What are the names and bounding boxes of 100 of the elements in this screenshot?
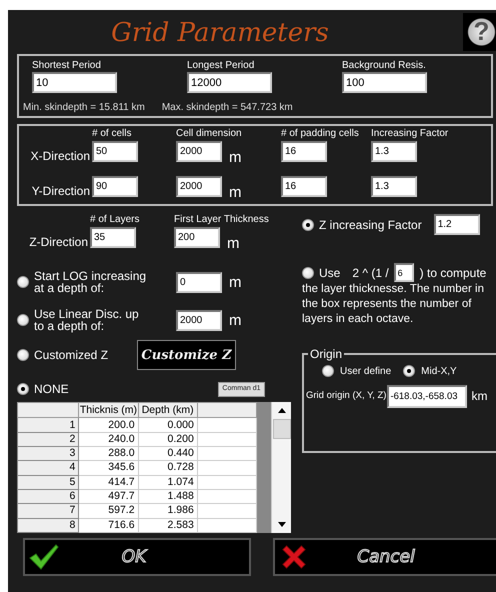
column-label: Increasing Factor <box>371 128 450 139</box>
direction-label: X-Direction <box>30 148 91 163</box>
option-label: Use Linear Disc. up to a depth of: <box>34 308 140 332</box>
table-cell: 716.6 <box>78 518 138 532</box>
radio-button[interactable] <box>17 276 29 288</box>
input-field[interactable]: 0 <box>176 272 222 292</box>
direction-label: Y-Direction <box>30 183 91 198</box>
header-cell <box>197 402 257 418</box>
row-header: 7 <box>18 504 79 518</box>
table-cell <box>197 460 257 476</box>
table-cell: 414.7 <box>78 475 138 490</box>
option-label: Start LOG increasing at a depth of: <box>34 270 148 294</box>
scroll-down-icon[interactable] <box>278 522 286 527</box>
table-cell <box>197 446 257 461</box>
description-text: the layer thicknesse. The number in the box represents the number of layers in each octave. <box>302 282 485 327</box>
formula-label: 2 ^ (1 / <box>352 266 389 280</box>
unit-label: m <box>229 149 242 166</box>
table-cell: 0.000 <box>138 418 198 432</box>
table-cell: 1.488 <box>138 489 198 504</box>
option-label: Customized Z <box>34 349 110 361</box>
radio-button[interactable] <box>403 365 416 377</box>
table-cell <box>197 418 257 432</box>
row-header: 6 <box>18 489 79 504</box>
input-field[interactable]: 16 <box>281 176 327 197</box>
scrollbar[interactable] <box>271 402 292 533</box>
row-header: 5 <box>18 475 79 490</box>
table-cell: 1.986 <box>138 504 198 518</box>
unit-label: km <box>471 389 488 403</box>
column-header: Thicknis (m) <box>78 402 138 418</box>
input-field[interactable]: 10 <box>32 72 117 93</box>
input-field[interactable]: 2000 <box>176 310 222 330</box>
row-header: 8 <box>18 518 79 532</box>
input-field[interactable]: 2000 <box>176 141 222 162</box>
option-label: Z increasing Factor <box>319 218 423 230</box>
field-label: Background Resis. <box>342 60 427 71</box>
column-header: Depth (km) <box>138 402 198 418</box>
table-cell: 0.440 <box>138 446 198 461</box>
skindepth-text: Min. skindepth = 15.811 km <box>23 102 145 113</box>
option-label: Use <box>319 266 340 278</box>
radio-button[interactable] <box>17 314 29 326</box>
column-label: # of padding cells <box>281 128 360 139</box>
dialog-title: Grid Parameters <box>110 18 330 48</box>
table-cell: 2.583 <box>138 518 198 532</box>
table-cell: 497.7 <box>78 489 138 504</box>
header-cell <box>18 402 79 418</box>
unit-label: m <box>229 312 242 328</box>
radio-button[interactable] <box>322 365 334 377</box>
field-label: Longest Period <box>187 60 256 71</box>
input-field[interactable]: 12000 <box>187 72 272 93</box>
field-label: Shortest Period <box>32 60 102 71</box>
table-cell: 597.2 <box>78 504 138 518</box>
unit-label: m <box>229 274 242 290</box>
help-button[interactable]: ? <box>463 13 496 51</box>
check-icon <box>29 544 59 570</box>
option-label: User define <box>340 366 392 376</box>
column-label: # of Layers <box>90 214 140 225</box>
input-field[interactable]: 6 <box>394 263 414 282</box>
table-cell: 240.0 <box>78 432 138 446</box>
table-cell <box>197 475 257 490</box>
radio-button[interactable] <box>302 218 314 230</box>
input-field[interactable]: 16 <box>281 141 327 162</box>
cancel-button[interactable]: Cancel <box>273 538 496 576</box>
input-field[interactable]: 2000 <box>176 176 222 197</box>
input-field[interactable]: 100 <box>342 72 427 93</box>
radio-button[interactable] <box>302 266 314 278</box>
ok-button[interactable]: OK <box>23 538 251 576</box>
column-label: First Layer Thickness <box>174 214 270 225</box>
option-label: ) to compute <box>420 266 486 278</box>
unit-label: m <box>229 184 242 201</box>
table-cell: 0.200 <box>138 432 198 446</box>
option-label: Mid-X,Y <box>421 366 457 376</box>
input-field[interactable]: 1.2 <box>434 214 480 235</box>
customize-button[interactable]: Customize Z <box>137 340 236 370</box>
scroll-up-icon[interactable] <box>278 408 286 413</box>
input-field[interactable]: 90 <box>92 176 138 197</box>
table-cell: 288.0 <box>78 446 138 461</box>
row-header: 2 <box>18 432 79 446</box>
group-label: Origin <box>308 347 344 361</box>
scroll-thumb[interactable] <box>272 419 291 439</box>
input-field[interactable]: 35 <box>90 227 136 248</box>
radio-button[interactable] <box>17 349 29 361</box>
table-cell: 200.0 <box>78 418 138 432</box>
table-cell <box>197 518 257 532</box>
input-field[interactable]: 200 <box>174 227 220 248</box>
table-cell <box>197 432 257 446</box>
column-label: # of cells <box>92 128 132 139</box>
column-label: Cell dimension <box>176 128 243 139</box>
field-label: Grid origin (X, Y, Z) <box>306 390 386 401</box>
row-header: 1 <box>18 418 79 432</box>
table-cell <box>197 489 257 504</box>
table-cell: 345.6 <box>78 460 138 476</box>
row-header: 4 <box>18 460 79 476</box>
input-field[interactable]: 1.3 <box>371 176 417 197</box>
table-cell: 1.074 <box>138 475 198 490</box>
input-field[interactable]: -618.03,-658.03 <box>387 385 468 408</box>
table-cell <box>197 504 257 518</box>
radio-button[interactable] <box>17 383 29 395</box>
input-field[interactable]: 50 <box>92 141 138 162</box>
input-field[interactable]: 1.3 <box>371 141 417 162</box>
table-cell: 0.728 <box>138 460 198 476</box>
